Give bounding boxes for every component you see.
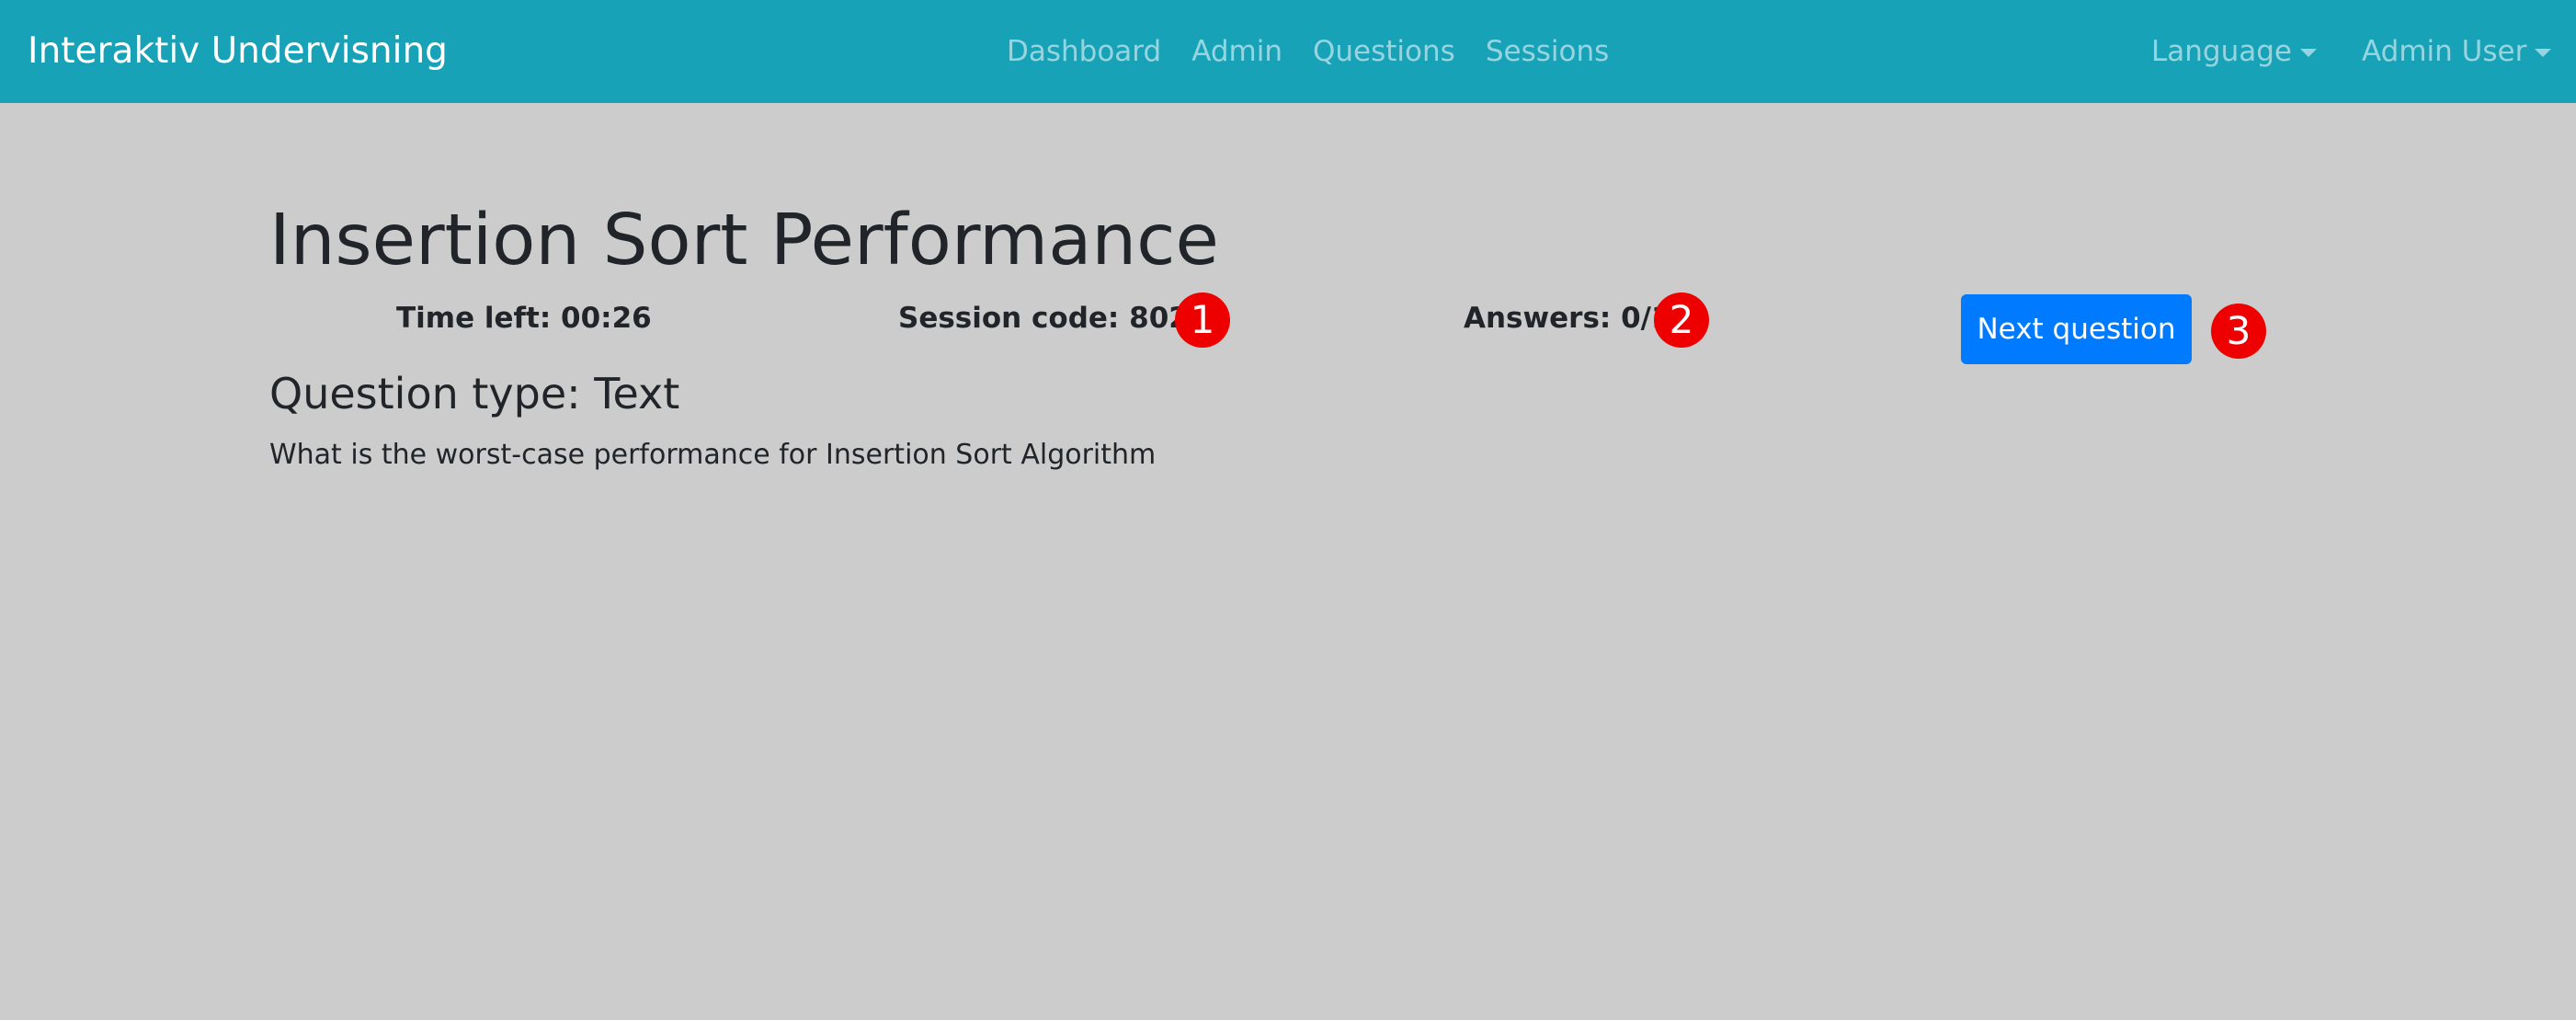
language-dropdown[interactable]: Language xyxy=(2151,0,2317,103)
user-dropdown[interactable]: Admin User xyxy=(2362,0,2552,103)
next-question-button[interactable]: Next question xyxy=(1961,294,2192,364)
brand-link[interactable]: Interaktiv Undervisning xyxy=(28,0,448,103)
nav-questions[interactable]: Questions xyxy=(1313,35,1455,68)
nav-sessions[interactable]: Sessions xyxy=(1486,35,1609,68)
annotation-marker-3: 3 xyxy=(2211,304,2266,359)
caret-down-icon xyxy=(2300,48,2317,57)
session-code: Session code: 8028 xyxy=(898,302,1209,335)
answers-count: Answers: 0/1 xyxy=(1464,302,1671,335)
nav-dashboard[interactable]: Dashboard xyxy=(1007,35,1161,68)
caret-down-icon xyxy=(2535,48,2552,57)
question-text: What is the worst-case performance for I… xyxy=(269,439,1157,471)
question-type: Question type: Text xyxy=(269,369,680,418)
annotation-marker-2: 2 xyxy=(1654,292,1709,348)
nav-admin[interactable]: Admin xyxy=(1191,35,1282,68)
top-navbar: Interaktiv Undervisning Dashboard Admin … xyxy=(0,0,2576,103)
user-label: Admin User xyxy=(2362,35,2527,68)
annotation-marker-1: 1 xyxy=(1175,292,1230,348)
main-nav: Dashboard Admin Questions Sessions xyxy=(1007,0,1639,103)
language-label: Language xyxy=(2151,35,2292,68)
page-title: Insertion Sort Performance xyxy=(269,200,1219,281)
time-left: Time left: 00:26 xyxy=(396,302,652,335)
